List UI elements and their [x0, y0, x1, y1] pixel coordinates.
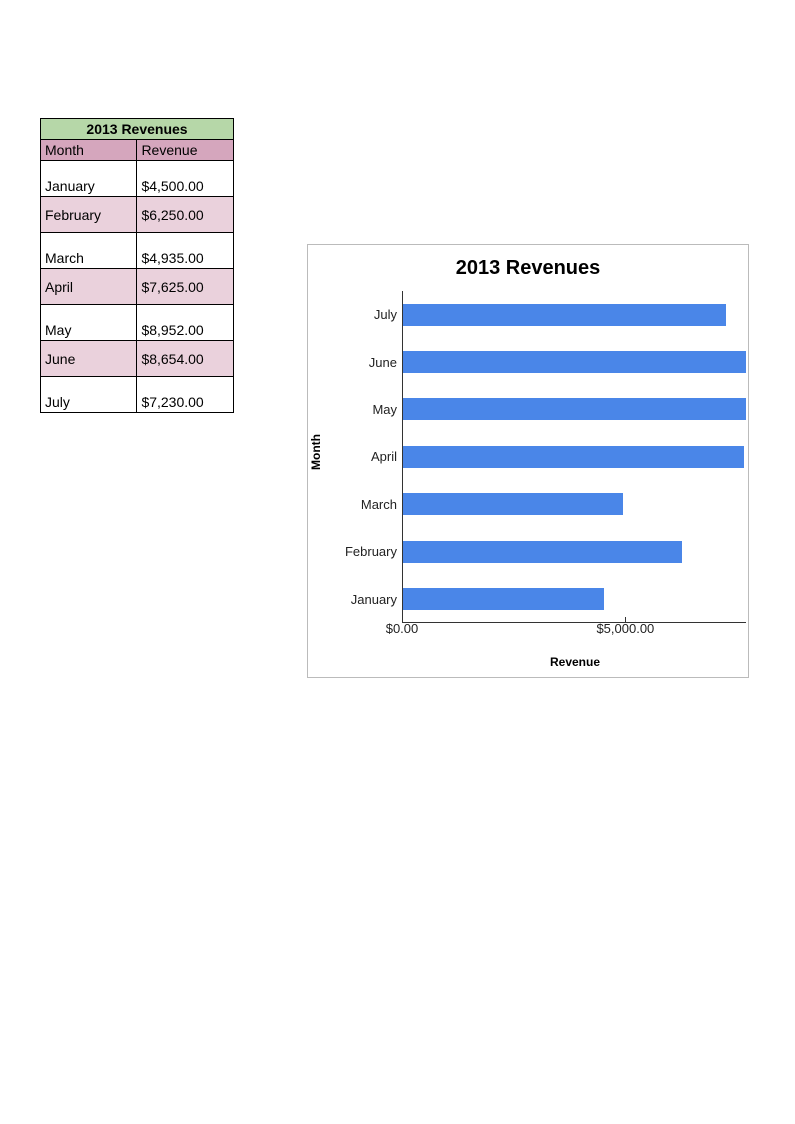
cell-month: February	[41, 197, 137, 233]
bar-row: July	[403, 291, 746, 338]
bar-row: January	[403, 575, 746, 622]
bar	[403, 493, 623, 515]
bar-label: January	[329, 592, 397, 607]
bar	[403, 351, 746, 373]
table-row: March$4,935.00	[41, 233, 234, 269]
x-axis-label: Revenue	[402, 655, 748, 669]
bar-label: July	[329, 307, 397, 322]
bar	[403, 398, 746, 420]
cell-month: June	[41, 341, 137, 377]
bar-label: February	[329, 544, 397, 559]
bar-label: April	[329, 449, 397, 464]
table-row: June$8,654.00	[41, 341, 234, 377]
cell-month: April	[41, 269, 137, 305]
revenue-chart: 2013 Revenues Month JulyJuneMayAprilMarc…	[307, 244, 749, 678]
plot-area: JulyJuneMayAprilMarchFebruaryJanuary	[402, 291, 746, 623]
cell-month: March	[41, 233, 137, 269]
x-tick-label: $5,000.00	[596, 621, 654, 636]
bar-label: March	[329, 497, 397, 512]
cell-revenue: $7,625.00	[137, 269, 234, 305]
bar-row: March	[403, 481, 746, 528]
table-row: April$7,625.00	[41, 269, 234, 305]
bar	[403, 446, 744, 468]
bar-row: June	[403, 338, 746, 385]
revenue-table: 2013 Revenues Month Revenue January$4,50…	[40, 118, 234, 413]
x-tick-mark	[625, 617, 626, 623]
x-tick-label: $0.00	[386, 621, 419, 636]
bar	[403, 304, 726, 326]
column-revenue: Revenue	[137, 140, 234, 161]
cell-month: January	[41, 161, 137, 197]
bar	[403, 588, 604, 610]
bar-label: June	[329, 355, 397, 370]
table-row: January$4,500.00	[41, 161, 234, 197]
cell-month: May	[41, 305, 137, 341]
cell-revenue: $8,654.00	[137, 341, 234, 377]
table-row: May$8,952.00	[41, 305, 234, 341]
cell-revenue: $8,952.00	[137, 305, 234, 341]
cell-revenue: $4,500.00	[137, 161, 234, 197]
cell-month: July	[41, 377, 137, 413]
column-month: Month	[41, 140, 137, 161]
table-row: July$7,230.00	[41, 377, 234, 413]
table-row: February$6,250.00	[41, 197, 234, 233]
chart-title: 2013 Revenues	[308, 257, 748, 280]
x-axis-ticks: $0.00$5,000.00	[402, 621, 746, 641]
bar-row: April	[403, 433, 746, 480]
y-axis-label: Month	[309, 434, 323, 470]
table-title: 2013 Revenues	[41, 119, 234, 140]
bar-row: February	[403, 528, 746, 575]
cell-revenue: $6,250.00	[137, 197, 234, 233]
x-tick-mark	[402, 617, 403, 623]
bar-row: May	[403, 386, 746, 433]
cell-revenue: $4,935.00	[137, 233, 234, 269]
cell-revenue: $7,230.00	[137, 377, 234, 413]
bar-label: May	[329, 402, 397, 417]
bar	[403, 541, 682, 563]
